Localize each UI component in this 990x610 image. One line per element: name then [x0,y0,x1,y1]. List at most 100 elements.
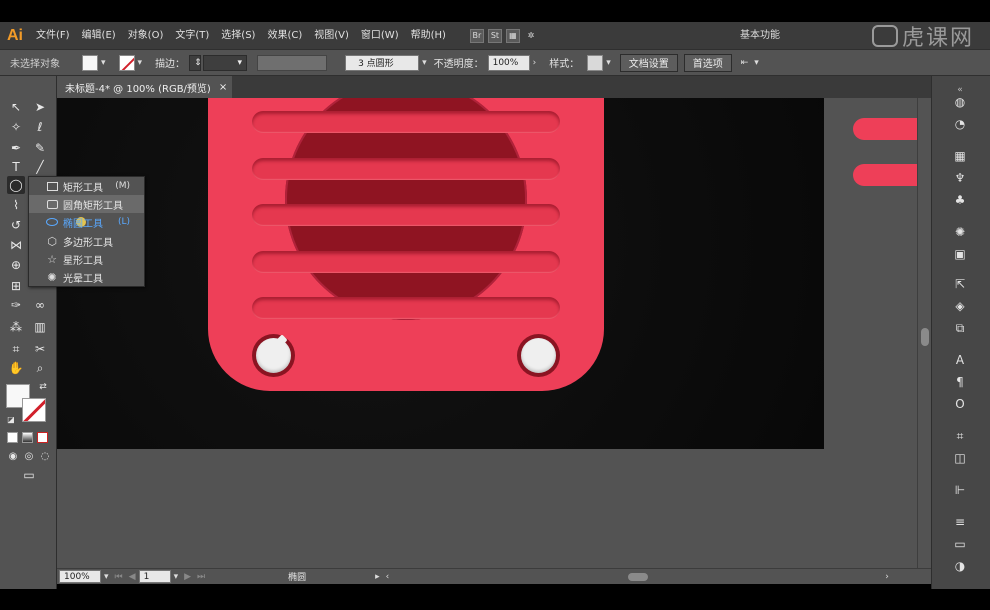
color-mode-icon[interactable] [7,432,18,443]
chevron-down-icon[interactable]: ▾ [98,58,109,68]
opacity-field[interactable]: 100% [487,54,530,71]
hand-tool-icon[interactable]: ✋ [7,359,25,377]
artboards-panel-icon[interactable]: ⧉ [952,320,968,336]
document-setup-button[interactable]: 文档设置 [619,53,678,72]
close-icon[interactable]: × [219,82,227,93]
chevron-down-icon[interactable]: ▾ [171,572,182,582]
appearance-panel-icon[interactable]: ◑ [952,558,968,574]
speaker-slot[interactable] [252,204,560,226]
next-artboard-icon[interactable]: ▶ [181,572,194,582]
shape-builder-tool-icon[interactable]: ⊕ [7,256,25,274]
menu-object[interactable]: 对象(O) [122,22,170,49]
zoom-field[interactable]: 100% [59,570,101,583]
chevron-down-icon[interactable]: ▾ [419,58,430,68]
slice-tool-icon[interactable]: ✂ [31,340,49,358]
scroll-left-icon[interactable]: ‹ [383,572,393,582]
speaker-slot[interactable] [252,251,560,273]
swatches-panel-icon[interactable]: ▦ [952,148,968,164]
draw-inside-icon[interactable]: ◌ [36,447,54,465]
menu-file[interactable]: 文件(F) [30,22,76,49]
menu-help[interactable]: 帮助(H) [405,22,452,49]
transparency-panel-icon[interactable]: ▭ [952,536,968,552]
line-tool-icon[interactable]: ╱ [31,158,49,176]
selection-tool-icon[interactable]: ↖ [7,98,25,116]
flyout-item-star[interactable]: ☆ 星形工具 [29,250,144,268]
rotate-tool-icon[interactable]: ↺ [7,216,25,234]
chevron-right-icon[interactable]: › [530,58,540,68]
magic-wand-tool-icon[interactable]: ✧ [7,118,25,136]
gradient-mode-icon[interactable] [22,432,33,443]
first-artboard-icon[interactable]: ⏮ [112,572,126,582]
align-panel-icon[interactable]: ⊩ [952,482,968,498]
last-artboard-icon[interactable]: ⏭ [194,572,208,582]
stroke-panel-icon[interactable]: ✺ [952,224,968,240]
properties-panel-icon[interactable]: ≡ [952,514,968,530]
workspace-switcher[interactable]: 基本功能 [740,22,780,49]
flyout-item-rounded-rectangle[interactable]: 圆角矩形工具 [29,195,144,227]
opentype-panel-icon[interactable]: O [952,396,968,412]
preferences-button[interactable]: 首选项 [683,53,732,72]
none-mode-icon[interactable] [37,432,48,443]
previous-artboard-icon[interactable]: ◀ [126,572,139,582]
speaker-slot[interactable] [252,158,560,180]
left-knob[interactable] [252,334,295,377]
stroke-swatch[interactable] [118,54,135,71]
curvature-tool-icon[interactable]: ✎ [31,139,49,157]
flyout-item-polygon[interactable]: ⬡ 多边形工具 [29,232,144,250]
symbols-panel-icon[interactable]: ♣ [952,192,968,208]
bridge-icon[interactable]: Br [469,28,484,43]
align-options-icon[interactable]: ⇤ [738,58,752,68]
pink-pill-shape[interactable] [853,118,917,140]
direct-selection-tool-icon[interactable]: ➤ [31,98,49,116]
image-trace-icon[interactable]: ⇱ [952,276,968,292]
fill-swatch[interactable] [82,54,98,71]
status-menu-icon[interactable]: ▸ [372,572,383,582]
menu-view[interactable]: 视图(V) [308,22,355,49]
speaker-slot[interactable] [252,297,560,319]
width-tool-icon[interactable]: ⋈ [7,236,25,254]
right-knob[interactable] [517,334,560,377]
chevron-down-icon[interactable]: ▾ [101,572,112,582]
brushes-panel-icon[interactable]: ♆ [952,170,968,186]
color-panel-icon[interactable]: ◍ [952,94,968,110]
arrange-documents-icon[interactable]: ▦ [505,28,520,43]
horizontal-scrollbar-thumb[interactable] [628,572,649,581]
menu-effect[interactable]: 效果(C) [261,22,308,49]
graphic-style-swatch[interactable] [587,54,604,71]
flyout-item-ellipse[interactable]: 椭圆工具 (L) [29,213,144,231]
lasso-tool-icon[interactable]: ℓ [31,118,49,136]
chevron-down-icon[interactable]: ▾ [135,58,146,68]
radio-illustration[interactable] [208,98,604,391]
speaker-slot[interactable] [252,111,560,133]
chevron-down-icon[interactable]: ▾ [751,58,762,68]
menu-select[interactable]: 选择(S) [215,22,261,49]
paragraph-panel-icon[interactable]: ¶ [952,374,968,390]
default-colors-icon[interactable]: ◪ [2,410,20,428]
color-guide-icon[interactable]: ◔ [952,116,968,132]
zoom-tool-icon[interactable]: ⌕ [31,359,49,377]
brush-definition[interactable]: 3 点圆形 [345,54,420,71]
pink-pill-shape[interactable] [853,164,917,186]
document-tab[interactable]: 未标题-4* @ 100% (RGB/预览) × [57,76,232,98]
type-tool-icon[interactable]: T [7,158,25,176]
artboard[interactable] [57,98,824,449]
paintbrush-tool-icon[interactable]: ⌇ [7,196,25,214]
menu-edit[interactable]: 编辑(E) [76,22,122,49]
sync-icon[interactable]: ✲ [524,29,538,43]
layers-panel-icon[interactable]: ◈ [952,298,968,314]
menu-type[interactable]: 文字(T) [169,22,215,49]
variable-width-profile[interactable] [257,54,328,71]
screen-mode-icon[interactable]: ▭ [20,466,38,484]
pathfinder-panel-icon[interactable]: ◫ [952,450,968,466]
ellipse-tool-icon[interactable]: ◯ [7,176,25,194]
symbol-sprayer-tool-icon[interactable]: ⁂ [7,318,25,336]
gradient-panel-icon[interactable]: ▣ [952,246,968,262]
flyout-item-rectangle[interactable]: 矩形工具 (M) [29,177,144,195]
swap-colors-icon[interactable]: ⇄ [34,378,52,396]
stroke-color-box[interactable] [22,398,46,422]
stroke-weight-field[interactable]: ▾ [203,54,248,71]
scroll-right-icon[interactable]: › [882,572,892,582]
chevron-down-icon[interactable]: ▾ [603,58,614,68]
stock-icon[interactable]: St [487,28,502,43]
flyout-item-flare[interactable]: ✺ 光晕工具 [29,268,144,286]
